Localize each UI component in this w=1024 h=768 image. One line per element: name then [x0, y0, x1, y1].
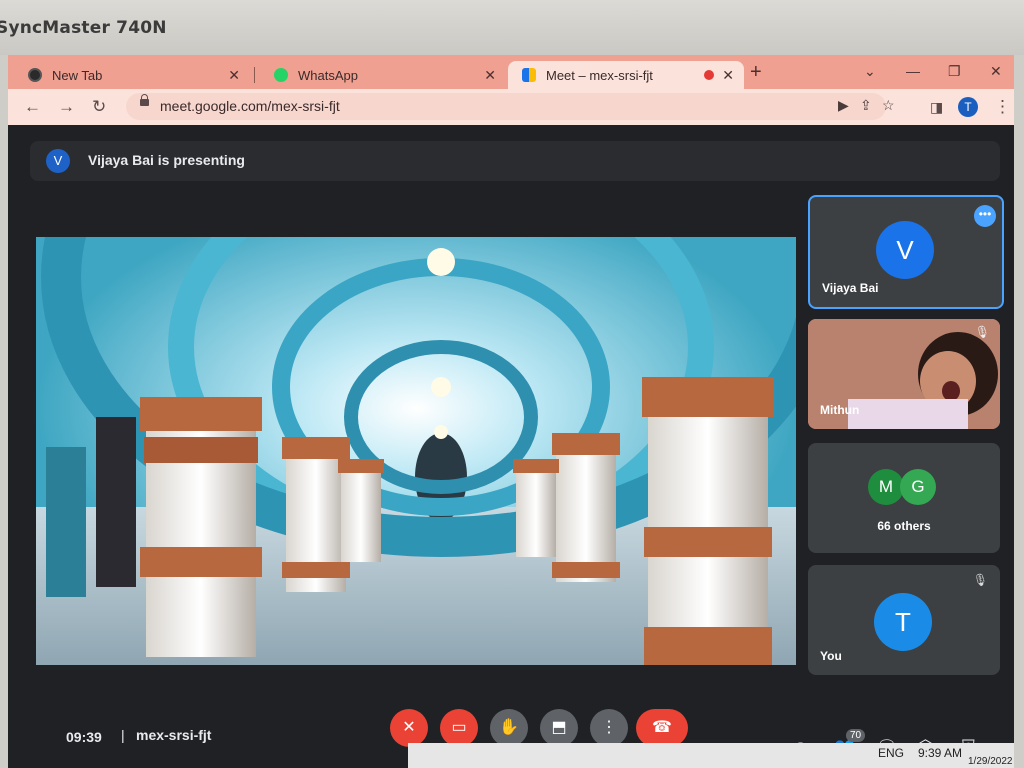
- monitor-bezel-top: SyncMaster 740N: [0, 0, 1024, 60]
- meeting-clock: 09:39: [66, 729, 102, 745]
- forward-icon[interactable]: →: [58, 97, 75, 117]
- new-tab-button[interactable]: +: [750, 61, 762, 84]
- menu-kebab-icon[interactable]: ⋮: [994, 97, 1011, 117]
- participant-avatar: V: [876, 221, 934, 279]
- palace-hall-image: [36, 237, 796, 665]
- mic-off-icon: 🎙: [972, 573, 988, 587]
- minimize-button[interactable]: —: [906, 63, 920, 79]
- camera-toggle-button[interactable]: ▭: [440, 709, 478, 747]
- presenting-banner: V Vijaya Bai is presenting: [30, 141, 1000, 181]
- address-bar[interactable]: meet.google.com/mex-srsi-fjt ▶ ⇪ ☆: [126, 93, 895, 120]
- meet-view: V Vijaya Bai is presenting V Vijaya Bai …: [8, 125, 1014, 768]
- close-tab-icon[interactable]: ✕: [722, 67, 734, 84]
- participant-name: You: [820, 649, 842, 663]
- raise-hand-button[interactable]: ✋: [490, 709, 528, 747]
- share-icon[interactable]: ⇪: [860, 97, 872, 114]
- tab-strip: New Tab ✕ WhatsApp ✕ Meet – mex-srsi-fjt…: [8, 55, 1014, 89]
- url-text[interactable]: meet.google.com/mex-srsi-fjt: [160, 98, 340, 114]
- meeting-code: mex-srsi-fjt: [136, 727, 212, 743]
- browser-toolbar: ← → ↻ meet.google.com/mex-srsi-fjt ▶ ⇪ ☆…: [8, 89, 1014, 125]
- windows-taskbar: ENG 9:39 AM 1/29/2022: [408, 743, 1014, 768]
- divider: |: [121, 727, 125, 743]
- participant-name: Vijaya Bai: [822, 281, 879, 295]
- monitor-bezel-right: [1014, 55, 1024, 768]
- participant-name: 66 others: [877, 519, 931, 533]
- monitor-brand: SyncMaster 740N: [0, 18, 167, 38]
- taskbar-date[interactable]: 1/29/2022: [968, 756, 1013, 767]
- presenter-avatar: V: [46, 149, 70, 173]
- more-options-button[interactable]: ⋮: [590, 709, 628, 747]
- more-vert-icon: ⋮: [601, 719, 617, 736]
- camera-off-icon: ▭: [451, 719, 467, 736]
- close-tab-icon[interactable]: ✕: [484, 67, 496, 84]
- language-indicator[interactable]: ENG: [878, 746, 904, 760]
- present-icon: ⬒: [551, 719, 567, 736]
- tab-meet[interactable]: Meet – mex-srsi-fjt ✕: [508, 61, 744, 89]
- bookmark-star-icon[interactable]: ☆: [882, 97, 895, 114]
- tab-separator: [254, 67, 255, 83]
- side-panel-icon[interactable]: ◨: [930, 99, 943, 116]
- participant-tile-mithun[interactable]: Mithun 🎙: [808, 319, 1000, 429]
- tab-label: WhatsApp: [298, 67, 358, 83]
- tab-new-tab[interactable]: New Tab ✕: [14, 61, 250, 89]
- participant-tile-vijaya[interactable]: V Vijaya Bai •••: [808, 195, 1004, 309]
- shared-screen: [36, 237, 796, 665]
- camera-icon[interactable]: ▶: [838, 97, 849, 114]
- mic-off-icon: ✕: [402, 719, 416, 736]
- close-tab-icon[interactable]: ✕: [228, 67, 240, 84]
- tab-whatsapp[interactable]: WhatsApp ✕: [260, 61, 506, 89]
- present-button[interactable]: ⬒: [540, 709, 578, 747]
- reload-icon[interactable]: ↻: [92, 97, 106, 117]
- screen: New Tab ✕ WhatsApp ✕ Meet – mex-srsi-fjt…: [8, 55, 1014, 768]
- restore-button[interactable]: ❐: [948, 63, 961, 80]
- participant-count-badge: 70: [846, 729, 866, 742]
- taskbar-time[interactable]: 9:39 AM: [918, 746, 962, 760]
- participant-name: Mithun: [820, 403, 860, 417]
- mic-toggle-button[interactable]: ✕: [390, 709, 428, 747]
- recording-dot-icon: [704, 70, 714, 80]
- participant-avatar: G: [900, 469, 936, 505]
- monitor-bezel-left: [0, 55, 8, 768]
- participant-tile-you[interactable]: T You 🎙: [808, 565, 1000, 675]
- close-window-button[interactable]: ✕: [990, 63, 1002, 80]
- leave-call-button[interactable]: ☎: [636, 709, 688, 747]
- lock-icon: [140, 94, 149, 106]
- whatsapp-icon: [274, 68, 288, 82]
- chrome-icon: [28, 68, 42, 82]
- tab-label: New Tab: [52, 67, 103, 83]
- mic-off-icon: 🎙: [974, 325, 990, 339]
- back-icon[interactable]: ←: [24, 97, 41, 117]
- end-call-icon: ☎: [652, 719, 672, 736]
- hand-icon: ✋: [499, 719, 519, 736]
- tab-search-icon[interactable]: ⌄: [864, 63, 876, 80]
- meet-icon: [522, 68, 536, 82]
- profile-avatar[interactable]: T: [958, 97, 978, 117]
- participant-tile-others[interactable]: M G 66 others: [808, 443, 1000, 553]
- participant-avatar: T: [874, 593, 932, 651]
- presenting-text: Vijaya Bai is presenting: [88, 152, 245, 168]
- tab-label: Meet – mex-srsi-fjt: [546, 67, 653, 83]
- participant-avatar: M: [868, 469, 904, 505]
- more-options-icon[interactable]: •••: [974, 205, 996, 227]
